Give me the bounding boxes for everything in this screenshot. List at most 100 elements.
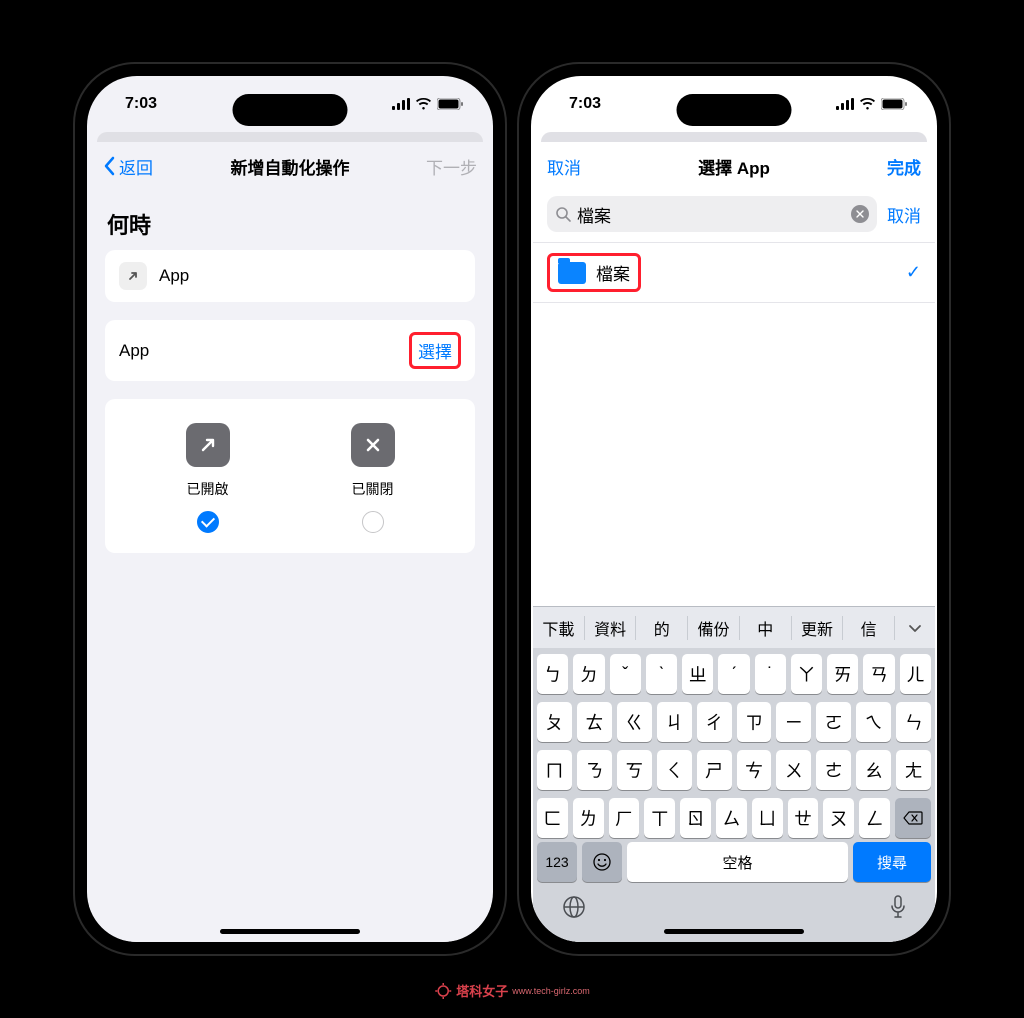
suggestion-item[interactable]: 更新 [792, 616, 844, 640]
key[interactable]: ㄔ [697, 702, 732, 742]
key[interactable]: ㄨ [776, 750, 811, 790]
key[interactable]: ㄛ [816, 702, 851, 742]
key[interactable]: ㄥ [859, 798, 890, 838]
suggestion-item[interactable]: 資料 [585, 616, 637, 640]
checkmark-icon: ✓ [906, 262, 921, 283]
key[interactable]: ㄆ [537, 702, 572, 742]
key[interactable]: ㄦ [900, 654, 931, 694]
x-icon [856, 210, 864, 218]
choose-button[interactable]: 選擇 [418, 343, 452, 362]
key-123[interactable]: 123 [537, 842, 577, 882]
home-indicator[interactable] [220, 929, 360, 934]
battery-icon [881, 98, 907, 110]
watermark-sub: www.tech-girlz.com [512, 986, 590, 996]
nav-cancel-button[interactable]: 取消 [547, 154, 617, 179]
suggestion-item[interactable]: 信 [843, 616, 895, 640]
key-search[interactable]: 搜尋 [853, 842, 931, 882]
result-row-files[interactable]: 檔案 ✓ [533, 243, 935, 303]
key[interactable]: ㄖ [680, 798, 711, 838]
key[interactable]: ㄉ [573, 654, 604, 694]
suggestion-bar: 下載 資料 的 備份 中 更新 信 [533, 606, 935, 648]
app-select-label: App [119, 341, 409, 361]
key[interactable]: ㄇ [537, 750, 572, 790]
keyboard: 下載 資料 的 備份 中 更新 信 ㄅㄉˇˋㄓˊ˙ㄚㄞㄢㄦㄆㄊㄍㄐㄔㄗㄧㄛㄟㄣㄇ… [533, 606, 935, 942]
watermark: 塔科女子 www.tech-girlz.com [434, 981, 590, 1000]
key[interactable]: ㄠ [856, 750, 891, 790]
wifi-icon [415, 98, 432, 110]
key[interactable]: ˇ [610, 654, 641, 694]
suggestion-item[interactable]: 下載 [533, 616, 585, 640]
option-opened-radio[interactable] [197, 511, 219, 533]
key[interactable]: ㄘ [737, 750, 772, 790]
key[interactable]: ㄟ [856, 702, 891, 742]
key[interactable]: ㄈ [537, 798, 568, 838]
search-cancel-button[interactable]: 取消 [887, 202, 921, 227]
key[interactable]: ㄒ [644, 798, 675, 838]
screen-left: 7:03 返回 新增自動化操作 下一步 [87, 76, 493, 942]
watermark-icon [434, 982, 452, 1000]
keyboard-row: ㄈㄌㄏㄒㄖㄙㄩㄝㄡㄥ [537, 798, 931, 838]
key[interactable]: ㄑ [657, 750, 692, 790]
option-opened[interactable]: 已開啟 [148, 423, 268, 533]
key[interactable]: ㄡ [823, 798, 854, 838]
key[interactable]: ㄅ [537, 654, 568, 694]
key-space[interactable]: 空格 [627, 842, 848, 882]
suggestion-item[interactable]: 備份 [688, 616, 740, 640]
key[interactable]: ㄏ [609, 798, 640, 838]
watermark-text: 塔科女子 [456, 981, 508, 1000]
keyboard-row: ㄅㄉˇˋㄓˊ˙ㄚㄞㄢㄦ [537, 654, 931, 694]
nav-back-button[interactable]: 返回 [103, 154, 173, 179]
chevron-left-icon [103, 156, 115, 176]
sheet-background-layer [541, 132, 927, 142]
clear-search-button[interactable] [851, 205, 869, 223]
key-delete[interactable] [895, 798, 931, 838]
key[interactable]: ㄕ [697, 750, 732, 790]
screen-right: 7:03 取消 選擇 App 完成 [531, 76, 937, 942]
key[interactable]: ㄧ [776, 702, 811, 742]
key[interactable]: ㄢ [863, 654, 894, 694]
key[interactable]: ˙ [755, 654, 786, 694]
key[interactable]: ㄌ [573, 798, 604, 838]
key[interactable]: ˋ [646, 654, 677, 694]
key[interactable]: ㄙ [716, 798, 747, 838]
nav-next-button[interactable]: 下一步 [407, 154, 477, 179]
key[interactable]: ㄍ [617, 702, 652, 742]
suggestion-item[interactable]: 的 [636, 616, 688, 640]
key[interactable]: ㄐ [657, 702, 692, 742]
open-icon [186, 423, 230, 467]
key[interactable]: ㄋ [577, 750, 612, 790]
search-input[interactable] [577, 204, 845, 224]
choose-button-highlight: 選擇 [409, 332, 461, 369]
option-closed-radio[interactable] [362, 511, 384, 533]
key[interactable]: ㄊ [577, 702, 612, 742]
key[interactable]: ㄩ [752, 798, 783, 838]
key[interactable]: ㄜ [816, 750, 851, 790]
home-indicator[interactable] [664, 929, 804, 934]
chevron-down-icon [908, 623, 922, 633]
search-field[interactable] [547, 196, 877, 232]
app-trigger-card: App [105, 250, 475, 302]
key[interactable]: ㄝ [788, 798, 819, 838]
key-emoji[interactable] [582, 842, 622, 882]
key[interactable]: ㄗ [737, 702, 772, 742]
key[interactable]: ㄤ [896, 750, 931, 790]
app-select-row[interactable]: App 選擇 [105, 320, 475, 381]
globe-icon[interactable] [561, 894, 587, 920]
option-closed[interactable]: 已關閉 [313, 423, 433, 533]
dynamic-island [677, 94, 792, 126]
nav-done-button[interactable]: 完成 [851, 154, 921, 179]
key[interactable]: ㄓ [682, 654, 713, 694]
key[interactable]: ㄞ [827, 654, 858, 694]
nav-title: 新增自動化操作 [231, 154, 350, 179]
key[interactable]: ˊ [718, 654, 749, 694]
mic-icon[interactable] [889, 894, 907, 920]
key[interactable]: ㄣ [896, 702, 931, 742]
wifi-icon [859, 98, 876, 110]
key[interactable]: ㄎ [617, 750, 652, 790]
app-open-icon [119, 262, 147, 290]
suggestion-item[interactable]: 中 [740, 616, 792, 640]
sheet-choose-app: 取消 選擇 App 完成 取消 [533, 142, 935, 942]
phone-left: 7:03 返回 新增自動化操作 下一步 [75, 64, 505, 954]
suggestion-toggle[interactable] [895, 623, 935, 633]
key[interactable]: ㄚ [791, 654, 822, 694]
